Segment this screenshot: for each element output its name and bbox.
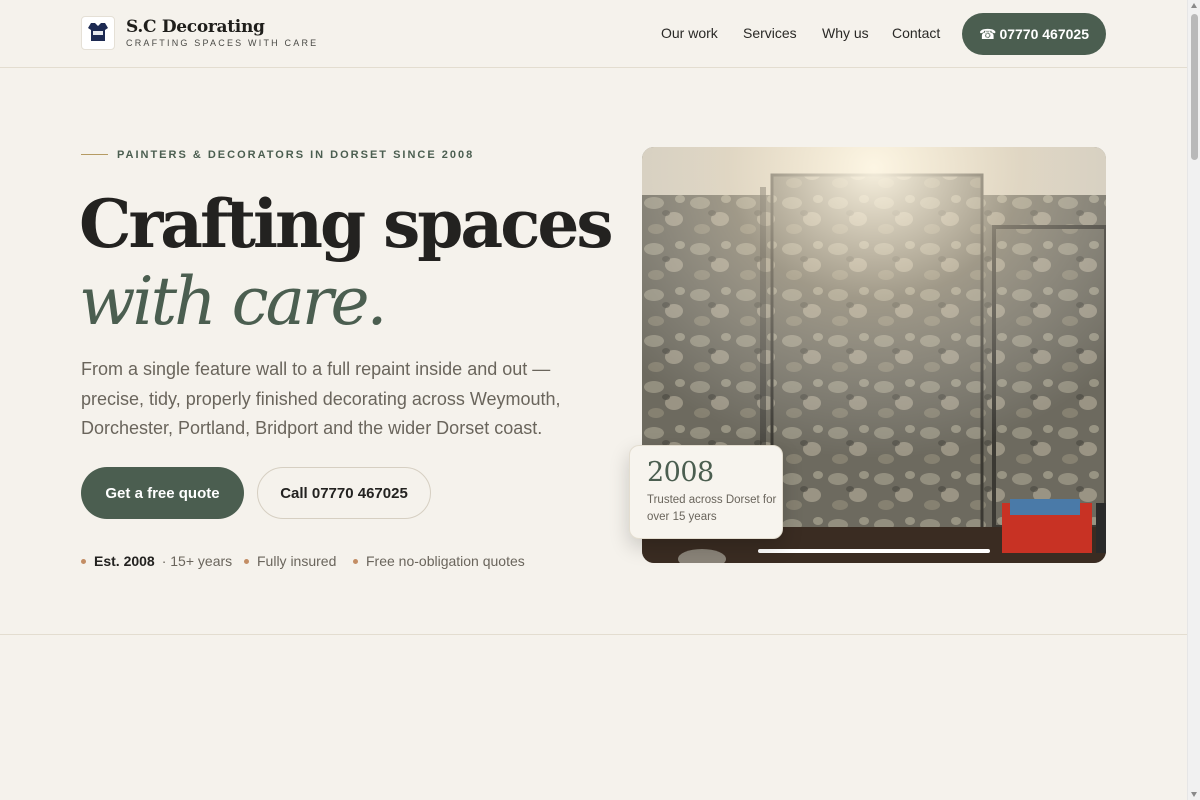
nav-contact[interactable]: Contact [892, 25, 940, 41]
hero-lede: From a single feature wall to a full rep… [81, 359, 561, 438]
section-divider [0, 634, 1187, 635]
trust-text: Free no-obligation quotes [366, 553, 525, 569]
phone-icon: ☎ [979, 25, 997, 42]
stat-text: Trusted across Dorset for over 15 years [647, 494, 777, 523]
hero-eyebrow: PAINTERS & DECORATORS IN DORSET SINCE 20… [117, 149, 475, 161]
slider-progress-bar[interactable] [758, 549, 990, 553]
brand-tagline: CRAFTING SPACES WITH CARE [126, 38, 319, 48]
hero-headline-line1: Crafting spaces [79, 185, 614, 263]
trust-item-quotes: Free no-obligation quotes [353, 553, 525, 569]
scroll-up-arrow-icon[interactable] [1191, 3, 1197, 8]
trust-text: · 15+ years [161, 553, 233, 569]
trust-bold: Est. 2008 [94, 553, 155, 569]
bullet-dot [244, 558, 249, 564]
nav-services[interactable]: Services [743, 25, 797, 41]
scroll-thumb[interactable] [1191, 14, 1198, 160]
nav-our-work[interactable]: Our work [661, 25, 718, 41]
trust-item-insured: Fully insured [244, 553, 336, 569]
get-quote-button[interactable]: Get a free quote [81, 467, 244, 519]
bullet-dot [81, 558, 86, 564]
brand-name[interactable]: S.C Decorating [126, 17, 265, 37]
logo-mark-icon [88, 23, 108, 41]
logo-badge-icon[interactable] [81, 16, 115, 50]
trust-item-established: Est. 2008 · 15+ years [81, 553, 232, 569]
header-phone-button[interactable]: ☎ 07770 467025 [962, 13, 1106, 55]
site-header: S.C Decorating CRAFTING SPACES WITH CARE… [0, 0, 1187, 68]
bullet-dot [353, 558, 358, 564]
trust-text: Fully insured [257, 553, 337, 569]
eyebrow-rule [81, 154, 108, 155]
scroll-down-arrow-icon[interactable] [1191, 792, 1197, 797]
stat-card: 2008 Trusted across Dorset for over 15 y… [629, 445, 783, 539]
call-button[interactable]: Call 07770 467025 [257, 467, 431, 519]
header-phone-number: 07770 467025 [999, 26, 1089, 42]
nav-why-us[interactable]: Why us [822, 25, 869, 41]
stat-value: 2008 [647, 457, 714, 488]
hero-headline-line2: with care. [79, 263, 388, 340]
page-scrollbar[interactable] [1187, 0, 1200, 800]
